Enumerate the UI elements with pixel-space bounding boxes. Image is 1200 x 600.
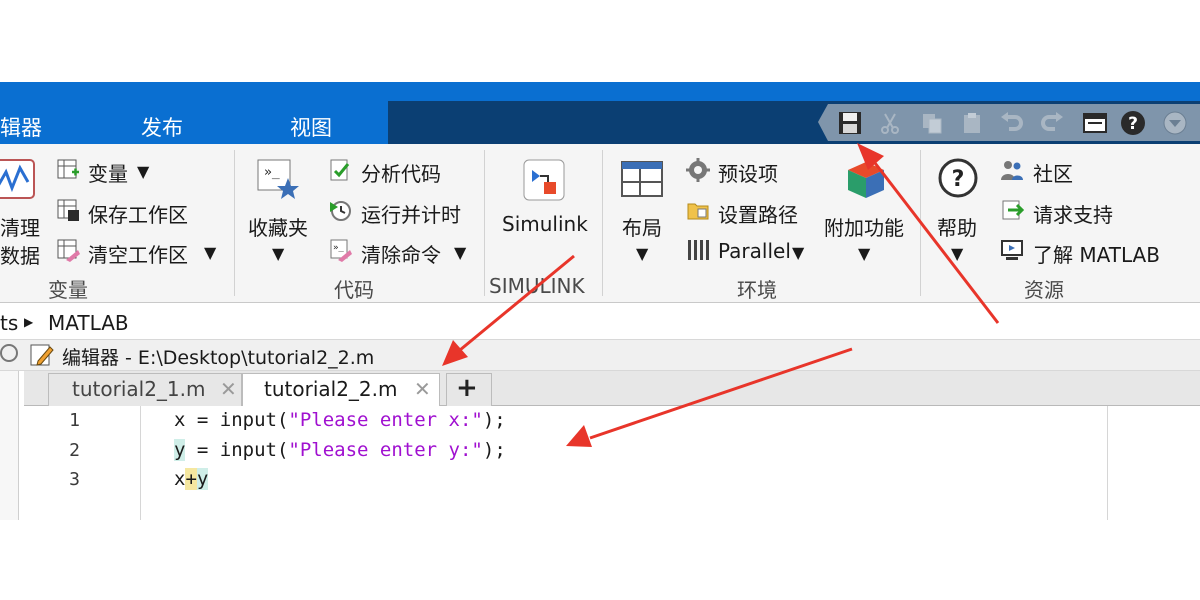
annotation-arrow xyxy=(442,254,575,366)
annotation-arrow xyxy=(566,347,853,447)
annotation-arrows xyxy=(442,143,1000,447)
annotation-arrow xyxy=(857,143,1000,324)
